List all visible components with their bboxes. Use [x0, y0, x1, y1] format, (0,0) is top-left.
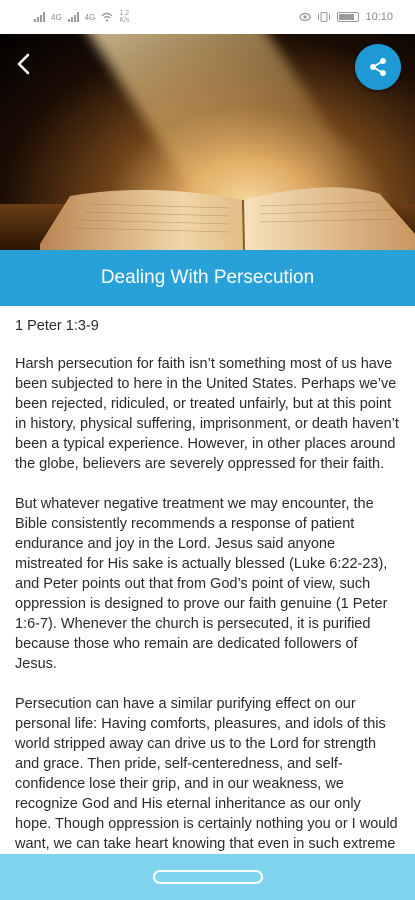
share-button[interactable]: [355, 44, 401, 90]
status-bar: 4G 4G 1.2 K/s 10:10: [0, 0, 415, 34]
article-paragraph: But whatever negative treatment we may e…: [15, 496, 388, 672]
article-paragraph: Harsh persecution for faith isn’t someth…: [15, 356, 399, 472]
status-right: 10:10: [299, 11, 393, 23]
article-paragraph: Persecution can have a similar purifying…: [15, 696, 398, 852]
article-content[interactable]: 1 Peter 1:3-9 Harsh persecution for fait…: [0, 306, 415, 854]
chevron-left-icon: [17, 53, 30, 75]
eye-icon: [299, 12, 312, 22]
signal-icon: [34, 12, 45, 22]
scripture-reference: 1 Peter 1:3-9: [15, 318, 99, 334]
battery-icon: [337, 12, 360, 22]
article-title: Dealing With Persecution: [100, 267, 315, 288]
wifi-icon: [101, 12, 113, 22]
network-label-1: 4G: [51, 12, 62, 22]
vibrate-icon: [318, 12, 331, 22]
network-speed: 1.2 K/s: [119, 10, 130, 24]
network-label-2: 4G: [84, 12, 96, 22]
hero-image: [0, 34, 415, 250]
home-indicator[interactable]: [152, 870, 263, 884]
signal-icon-2: [67, 12, 79, 22]
navigation-bar: [0, 854, 415, 900]
open-bible-image: [0, 187, 415, 250]
title-bar: Dealing With Persecution: [0, 250, 415, 306]
status-time: 10:10: [365, 11, 393, 23]
share-icon: [370, 58, 386, 76]
status-left: 4G 4G 1.2 K/s: [34, 10, 133, 24]
back-button[interactable]: [8, 48, 40, 80]
